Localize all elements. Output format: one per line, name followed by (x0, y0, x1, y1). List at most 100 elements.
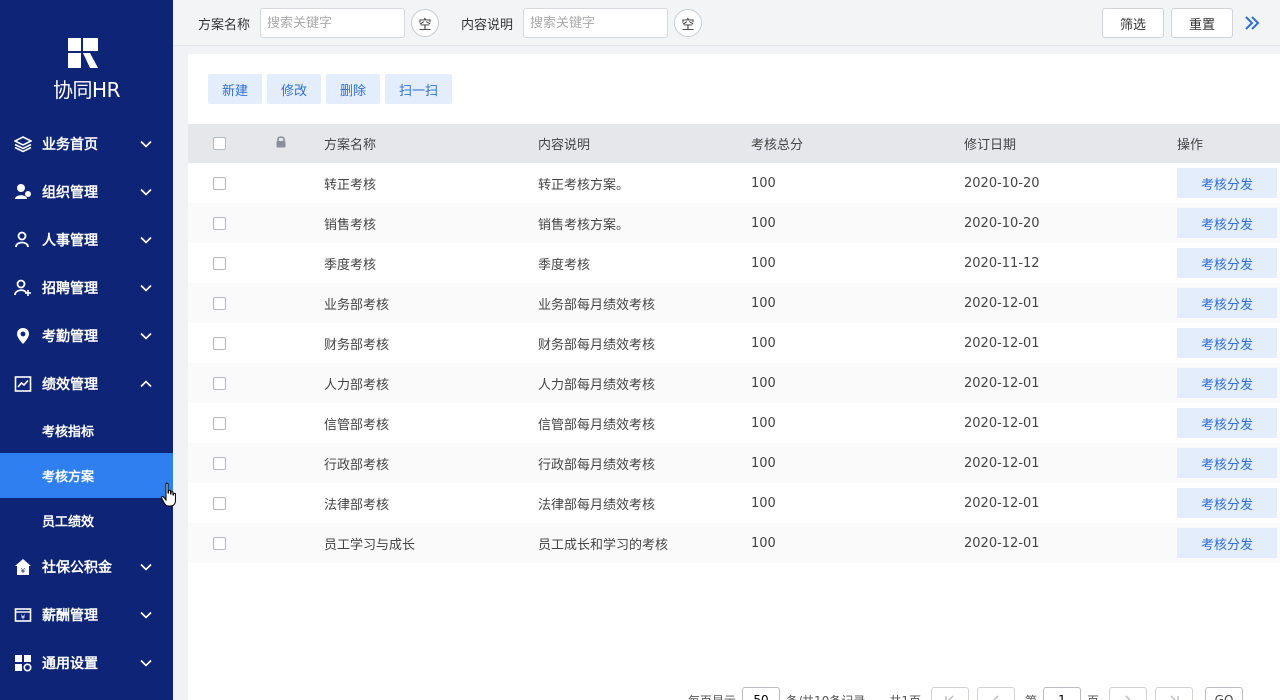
sidebar-item-performance[interactable]: 绩效管理 (0, 360, 173, 408)
reset-button[interactable]: 重置 (1171, 8, 1233, 38)
distribute-button[interactable]: 考核分发 (1177, 448, 1277, 478)
last-page-icon (1170, 695, 1179, 700)
name-search-input[interactable] (260, 8, 405, 38)
table-row[interactable]: 转正考核 转正考核方案。 100 2020-10-20 考核分发 (188, 163, 1280, 203)
double-chevron-right-icon[interactable] (1241, 12, 1263, 34)
sidebar-item-label: 通用设置 (42, 656, 98, 672)
row-name: 行政部考核 (324, 443, 538, 483)
logo: 协同HR (0, 0, 173, 120)
distribute-button[interactable]: 考核分发 (1177, 168, 1277, 198)
name-filter-label: 方案名称 (198, 18, 251, 33)
column-header-score[interactable]: 考核总分 (751, 124, 964, 163)
name-clear-button[interactable]: 空 (411, 9, 439, 37)
row-description: 员工成长和学习的考核 (538, 523, 751, 563)
row-score: 100 (751, 415, 776, 431)
row-date: 2020-12-01 (964, 523, 1177, 563)
desc-clear-button[interactable]: 空 (674, 9, 702, 37)
row-name: 转正考核 (324, 177, 377, 193)
chevron-down-icon (140, 284, 152, 292)
row-checkbox[interactable] (213, 256, 226, 270)
page-number-input[interactable] (1043, 687, 1081, 700)
sidebar-item-attendance[interactable]: 考勤管理 (0, 312, 173, 360)
org-icon (14, 183, 32, 201)
delete-button[interactable]: 删除 (326, 74, 381, 104)
column-header-description[interactable]: 内容说明 (538, 124, 751, 163)
page-prefix: 第 (1025, 692, 1037, 700)
sidebar: 协同HR 业务首页 组织管理 人事管理 招聘管理 考勤管理 绩效管理 考核指标 … (0, 0, 173, 700)
edit-button[interactable]: 修改 (267, 74, 322, 104)
row-checkbox[interactable] (213, 296, 226, 310)
location-pin-icon (14, 327, 32, 345)
row-date: 2020-12-01 (964, 363, 1177, 403)
sidebar-item-settings[interactable]: 通用设置 (0, 639, 173, 687)
row-checkbox[interactable] (213, 376, 226, 390)
row-checkbox[interactable] (213, 176, 226, 190)
row-name: 销售考核 (324, 203, 538, 243)
lock-column-header (250, 124, 324, 163)
prev-page-button[interactable] (976, 687, 1015, 700)
desc-filter-label: 内容说明 (461, 18, 514, 33)
sidebar-item-organization[interactable]: 组织管理 (0, 168, 173, 216)
row-checkbox[interactable] (213, 456, 226, 470)
column-header-name[interactable]: 方案名称 (324, 124, 538, 163)
first-page-button[interactable] (930, 687, 969, 700)
last-page-button[interactable] (1155, 687, 1194, 700)
distribute-button[interactable]: 考核分发 (1177, 288, 1277, 318)
per-page-input[interactable] (742, 687, 781, 700)
row-checkbox[interactable] (213, 416, 226, 430)
table-row[interactable]: 销售考核 销售考核方案。 100 2020-10-20 考核分发 (188, 203, 1280, 243)
row-checkbox[interactable] (213, 496, 226, 510)
distribute-button[interactable]: 考核分发 (1177, 368, 1277, 398)
row-date: 2020-12-01 (964, 283, 1177, 323)
row-score: 100 (751, 443, 964, 483)
column-header-date[interactable]: 修订日期 (964, 124, 1177, 163)
table-row[interactable]: 财务部考核 财务部每月绩效考核 100 2020-12-01 考核分发 (188, 323, 1280, 363)
total-pages-label: 共1页 (889, 692, 921, 700)
sidebar-item-social-security[interactable]: ¥ 社保公积金 (0, 543, 173, 591)
sidebar-item-label: 社保公积金 (42, 560, 112, 576)
row-checkbox[interactable] (213, 216, 226, 230)
first-page-icon (945, 695, 954, 700)
sidebar-item-personnel[interactable]: 人事管理 (0, 216, 173, 264)
row-description: 业务部每月绩效考核 (538, 283, 751, 323)
new-button[interactable]: 新建 (208, 74, 263, 104)
sidebar-item-home[interactable]: 业务首页 (0, 120, 173, 168)
row-checkbox[interactable] (213, 536, 226, 550)
go-button[interactable]: GO (1205, 687, 1244, 700)
row-description: 季度考核 (538, 257, 591, 273)
chevron-down-icon (140, 332, 152, 340)
table-row[interactable]: 行政部考核 行政部每月绩效考核 100 2020-12-01 考核分发 (188, 443, 1280, 483)
grid-settings-icon (14, 654, 32, 672)
sidebar-subitem-employee-performance[interactable]: 员工绩效 (0, 498, 173, 543)
sidebar-subitem-indicators[interactable]: 考核指标 (0, 408, 173, 453)
sidebar-item-salary[interactable]: ¥ 薪酬管理 (0, 591, 173, 639)
distribute-button[interactable]: 考核分发 (1177, 488, 1277, 518)
scan-button[interactable]: 扫一扫 (385, 74, 453, 104)
distribute-button[interactable]: 考核分发 (1177, 208, 1277, 238)
distribute-button[interactable]: 考核分发 (1177, 248, 1277, 278)
next-page-button[interactable] (1109, 687, 1148, 700)
sidebar-item-recruitment[interactable]: 招聘管理 (0, 264, 173, 312)
page-suffix: 页 (1087, 692, 1099, 700)
distribute-button[interactable]: 考核分发 (1177, 408, 1277, 438)
brand-name: 协同HR (53, 78, 120, 102)
table-row[interactable]: 业务部考核 业务部每月绩效考核 100 2020-12-01 考核分发 (188, 283, 1280, 323)
sidebar-subitem-plans[interactable]: 考核方案 (0, 453, 173, 498)
table-row[interactable]: 人力部考核 人力部每月绩效考核 100 2020-12-01 考核分发 (188, 363, 1280, 403)
table-row[interactable]: 法律部考核 法律部每月绩效考核 100 2020-12-01 考核分发 (188, 483, 1280, 523)
sidebar-item-label: 人事管理 (42, 233, 98, 249)
select-all-checkbox[interactable] (213, 137, 226, 150)
desc-search-input[interactable] (523, 8, 668, 38)
table-row[interactable]: 季度考核 季度考核 100 2020-11-12 考核分发 (188, 243, 1280, 283)
pagination: 每页显示 条/共10条记录 共1页 第 页 GO (682, 685, 1244, 700)
row-checkbox[interactable] (213, 336, 226, 350)
row-description: 法律部每月绩效考核 (538, 497, 656, 513)
table-row[interactable]: 员工学习与成长 员工成长和学习的考核 100 2020-12-01 考核分发 (188, 523, 1280, 563)
row-description: 人力部每月绩效考核 (538, 363, 751, 403)
filter-button[interactable]: 筛选 (1102, 8, 1164, 38)
distribute-button[interactable]: 考核分发 (1177, 528, 1277, 558)
row-score: 100 (751, 363, 964, 403)
distribute-button[interactable]: 考核分发 (1177, 328, 1277, 358)
sidebar-item-label: 考勤管理 (42, 329, 98, 345)
table-row[interactable]: 信管部考核 信管部每月绩效考核 100 2020-12-01 考核分发 (188, 403, 1280, 443)
